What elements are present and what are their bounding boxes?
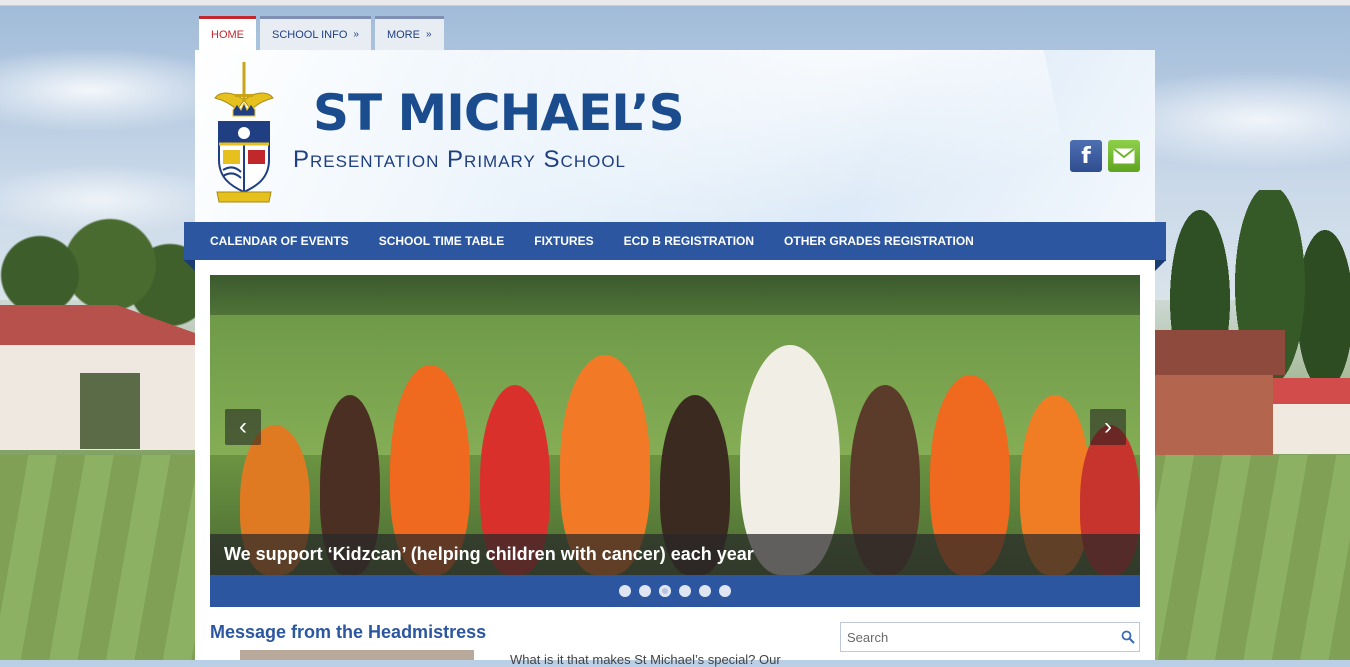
slide-caption: We support ‘Kidzcan’ (helping children w… <box>224 544 754 564</box>
search-input[interactable] <box>841 625 1117 649</box>
facebook-glyph: f <box>1081 143 1091 169</box>
tab-more-label: MORE <box>386 28 420 41</box>
nav-calendar-of-events[interactable]: CALENDAR OF EVENTS <box>184 234 364 248</box>
slider-dot[interactable] <box>639 585 651 597</box>
slider-dot[interactable] <box>659 585 671 597</box>
school-crest-logo[interactable] <box>213 60 275 205</box>
nav-other-grades-registration[interactable]: OTHER GRADES REGISTRATION <box>769 234 989 248</box>
tab-home-label: HOME <box>211 28 244 41</box>
search-box <box>840 622 1140 652</box>
slider-dot[interactable] <box>619 585 631 597</box>
slider-next-button[interactable]: › <box>1090 409 1126 445</box>
slider-dot[interactable] <box>679 585 691 597</box>
nav-fixtures[interactable]: FIXTURES <box>519 234 608 248</box>
tab-school-info-label: SCHOOL INFO <box>272 28 348 41</box>
chevron-right-icon: › <box>1104 413 1112 440</box>
school-title: ST MICHAEL’S <box>313 84 685 142</box>
social-links: f <box>1070 140 1140 172</box>
chevron-right-icon: » <box>425 29 432 40</box>
image-slider[interactable]: ‹ › We support ‘Kidzcan’ (helping childr… <box>210 275 1140 575</box>
top-tabs: HOME SCHOOL INFO » MORE » <box>199 16 444 50</box>
browser-top-strip <box>0 0 1350 6</box>
headmistress-photo <box>240 650 474 660</box>
main-nav: CALENDAR OF EVENTS SCHOOL TIME TABLE FIX… <box>184 222 1166 261</box>
tab-more[interactable]: MORE » <box>374 16 444 50</box>
nav-ribbon-fold-left <box>184 260 195 271</box>
school-subtitle: Presentation Primary School <box>293 146 626 173</box>
slider-dot[interactable] <box>719 585 731 597</box>
search-icon[interactable] <box>1117 630 1139 644</box>
headmistress-message-title[interactable]: Message from the Headmistress <box>210 622 486 643</box>
chevron-right-icon: » <box>353 29 359 40</box>
slider-dot[interactable] <box>699 585 711 597</box>
slider-pagination <box>210 575 1140 607</box>
envelope-icon <box>1113 148 1135 164</box>
chevron-left-icon: ‹ <box>239 413 247 440</box>
facebook-icon[interactable]: f <box>1070 140 1102 172</box>
main-content: ‹ › We support ‘Kidzcan’ (helping childr… <box>195 260 1155 667</box>
tab-home[interactable]: HOME <box>199 16 256 50</box>
background-building-left <box>0 305 195 450</box>
site-header: ST MICHAEL’S Presentation Primary School… <box>195 50 1155 222</box>
slider-prev-button[interactable]: ‹ <box>225 409 261 445</box>
background-building-right <box>1155 330 1350 455</box>
nav-ribbon-fold-right <box>1155 260 1166 271</box>
nav-school-time-table[interactable]: SCHOOL TIME TABLE <box>364 234 520 248</box>
nav-ecd-b-registration[interactable]: ECD B REGISTRATION <box>609 234 769 248</box>
tab-school-info[interactable]: SCHOOL INFO » <box>260 16 371 50</box>
mail-icon[interactable] <box>1108 140 1140 172</box>
